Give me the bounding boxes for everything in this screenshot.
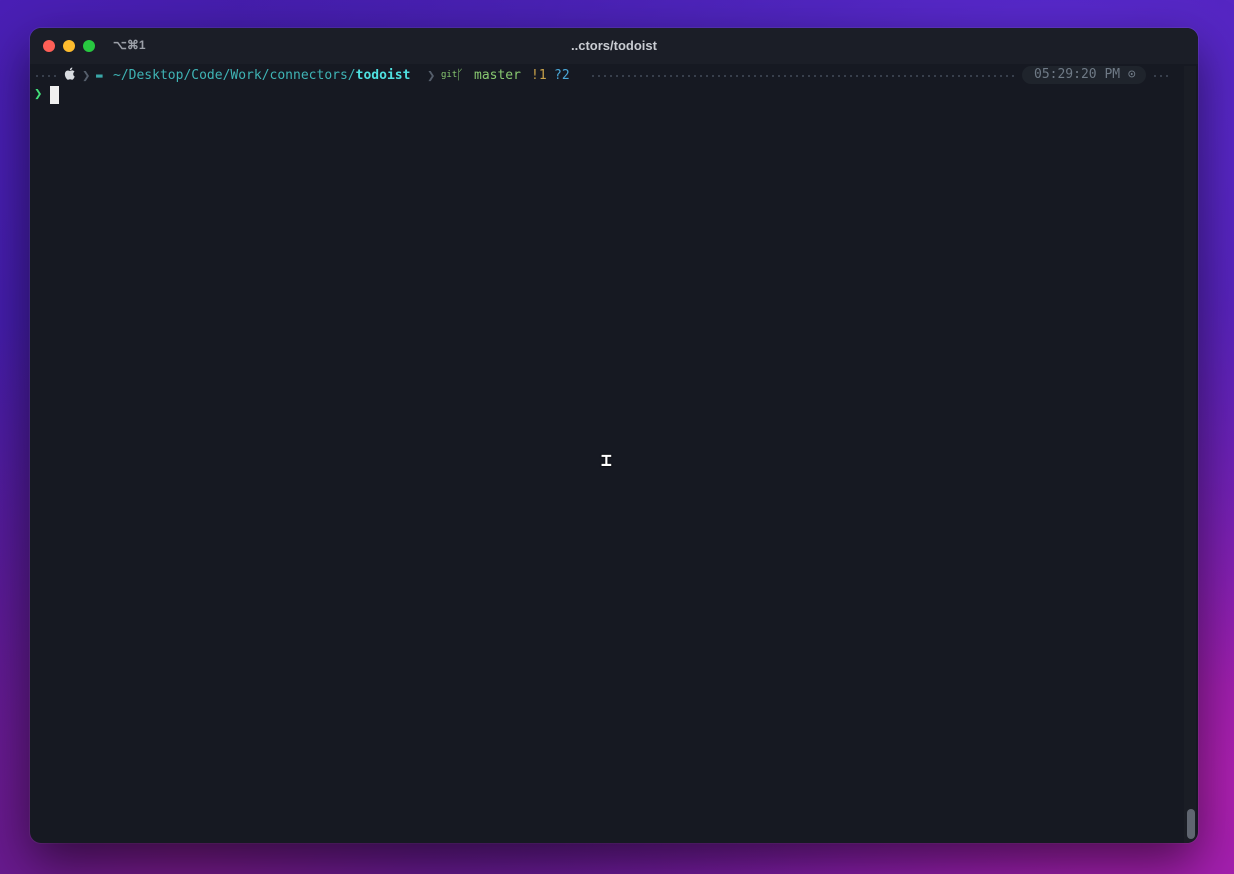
git-untracked-count: ?2 [554,68,570,83]
folder-icon: ▬ [96,69,103,82]
prompt-filler-left [34,75,58,77]
prompt-time: 05:29:20 PM [1034,67,1121,82]
apple-icon [64,66,75,86]
ibeam-cursor-icon: ⌶ [601,450,612,471]
text-cursor [50,86,59,104]
segment-separator-icon: ❯ [427,68,436,84]
prompt-filler-right [1152,75,1172,77]
current-path: ~/Desktop/Code/Work/connectors/todoist [113,66,410,86]
segment-separator-icon: ❯ [82,68,91,84]
window-title: ..ctors/todoist [571,38,657,53]
git-icon: git [441,70,458,80]
prompt-filler [590,75,1014,77]
path-current-dir: todoist [355,68,411,83]
terminal-window: ⌥⌘1 ..ctors/todoist ❯ ▬ ~/Desktop/Code/W… [30,28,1198,843]
clock-icon: ⊙ [1127,67,1136,82]
title-bar: ⌥⌘1 ..ctors/todoist [30,28,1198,64]
git-branch: master [474,68,521,83]
time-segment: 05:29:20 PM ⊙ [1022,66,1146,84]
path-prefix: ~/Desktop/Code/Work/connectors/ [113,68,356,83]
scrollbar[interactable] [1184,66,1196,843]
prompt-bar: ❯ ▬ ~/Desktop/Code/Work/connectors/todoi… [34,66,1172,86]
git-modified-count: !1 [531,68,547,83]
scrollbar-thumb[interactable] [1187,809,1195,839]
branch-icon: ᚴ [456,68,464,83]
prompt-chevron-icon: ❯ [34,86,43,102]
